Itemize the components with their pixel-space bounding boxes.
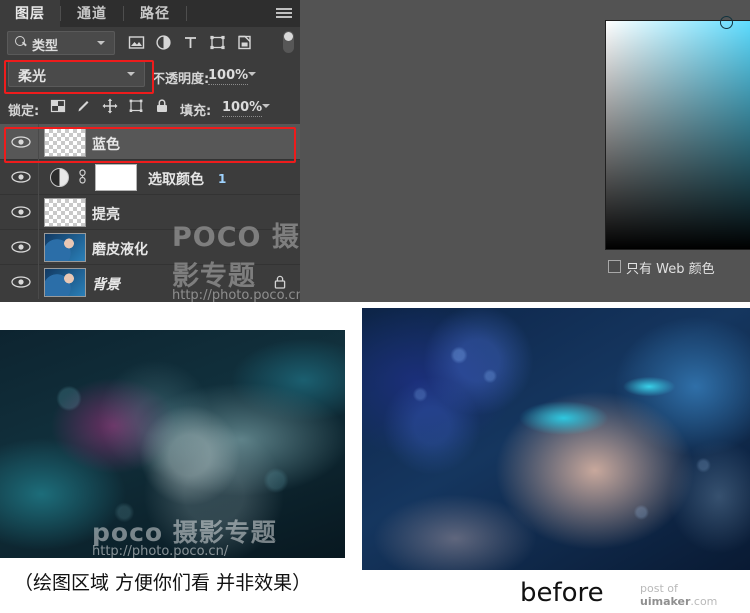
left-image-caption: （绘图区域 方便你们看 并非效果）: [14, 572, 312, 594]
table-row[interactable]: 提亮: [0, 194, 300, 230]
hamburger-menu-icon[interactable]: [276, 8, 292, 19]
smart-object-filter-icon[interactable]: [236, 34, 253, 51]
layer-visibility-icon[interactable]: [11, 171, 31, 183]
right-image-caption: before: [520, 578, 604, 608]
color-field-marker[interactable]: [720, 16, 733, 29]
adjustment-filter-icon[interactable]: [155, 34, 172, 51]
layer-name-index: 1: [218, 172, 227, 186]
chevron-down-icon[interactable]: [248, 72, 256, 76]
layer-locked-icon: [274, 274, 286, 289]
lock-artboard-icon[interactable]: [128, 98, 144, 114]
layer-thumbnail[interactable]: [44, 268, 86, 297]
selective-color-adjustment-icon[interactable]: [50, 168, 69, 187]
layer-visibility-icon[interactable]: [11, 206, 31, 218]
opacity-value[interactable]: 100%: [208, 68, 249, 85]
link-mask-icon[interactable]: [78, 169, 87, 184]
uimaker-watermark-brand: uimaker: [640, 595, 691, 608]
text-filter-icon[interactable]: [182, 34, 199, 51]
original-preview-image: [362, 308, 750, 570]
panel-tab-bar: 图层 通道 路径: [0, 0, 300, 27]
opacity-label: 不透明度:: [152, 72, 210, 87]
layer-name[interactable]: 背景: [92, 274, 120, 294]
table-row[interactable]: 蓝色: [0, 124, 300, 160]
chevron-down-icon: [97, 41, 105, 45]
uimaker-watermark-suffix: .com: [690, 595, 718, 608]
fill-value[interactable]: 100%: [222, 100, 263, 117]
table-row[interactable]: 背景: [0, 264, 300, 299]
layer-kind-dropdown[interactable]: 类型: [7, 31, 115, 55]
layer-filter-bar: 类型: [0, 27, 300, 58]
layer-name[interactable]: 蓝色: [92, 134, 120, 154]
lock-all-icon[interactable]: [154, 98, 170, 114]
saturation-brightness-field[interactable]: [605, 16, 750, 250]
layer-name[interactable]: 选取颜色: [148, 169, 204, 189]
image-filter-icon[interactable]: [128, 34, 145, 51]
table-row[interactable]: 磨皮液化: [0, 229, 300, 265]
layer-name[interactable]: 提亮: [92, 204, 120, 224]
uimaker-watermark-prefix: post of: [640, 582, 678, 595]
search-icon: [15, 36, 25, 46]
edited-preview-image: poco 摄影专题 http://photo.poco.cn/: [0, 330, 345, 558]
layer-name[interactable]: 磨皮液化: [92, 239, 148, 259]
layer-visibility-icon[interactable]: [11, 241, 31, 253]
lock-transparent-pixels-icon[interactable]: [50, 98, 66, 114]
lock-position-icon[interactable]: [102, 98, 118, 114]
lock-image-pixels-icon[interactable]: [76, 98, 92, 114]
color-picker-dialog: 新的 当前 确定 取消 添加到色板 颜色库 只有 Web 颜色 H: 189 度…: [300, 0, 750, 302]
table-row[interactable]: 选取颜色 1: [0, 159, 300, 195]
tab-channels[interactable]: 通道: [61, 0, 123, 27]
blend-mode-value: 柔光: [18, 69, 46, 85]
layer-mask-thumbnail[interactable]: [95, 164, 137, 191]
filter-enable-toggle[interactable]: [283, 31, 294, 53]
blend-mode-dropdown[interactable]: 柔光: [8, 61, 145, 87]
tab-layers[interactable]: 图层: [0, 0, 60, 27]
web-colors-only-checkbox[interactable]: [608, 260, 621, 273]
layer-thumbnail[interactable]: [44, 128, 86, 157]
layer-visibility-icon[interactable]: [11, 276, 31, 288]
lock-row: 锁定: 填充: 100%: [0, 92, 300, 122]
blend-mode-row: 柔光 不透明度: 100%: [0, 58, 300, 90]
lock-label: 锁定:: [8, 104, 40, 119]
fill-label: 填充:: [180, 104, 212, 119]
layers-panel: 图层 通道 路径 类型 柔光 不透明度: 100% 锁定: 填充: 100% 蓝…: [0, 0, 308, 303]
layers-list: 蓝色 选取颜色 1 提亮 磨皮液化 背景: [0, 124, 300, 302]
layer-visibility-icon[interactable]: [11, 136, 31, 148]
chevron-down-icon: [127, 72, 135, 76]
tab-paths[interactable]: 路径: [124, 0, 186, 27]
shape-filter-icon[interactable]: [209, 34, 226, 51]
layer-kind-label: 类型: [32, 39, 59, 54]
uimaker-watermark: post of uimaker.com: [640, 582, 750, 608]
layer-thumbnail[interactable]: [44, 198, 86, 227]
layer-thumbnail[interactable]: [44, 233, 86, 262]
chevron-down-icon[interactable]: [262, 104, 270, 108]
web-colors-only-label: 只有 Web 颜色: [626, 262, 715, 277]
